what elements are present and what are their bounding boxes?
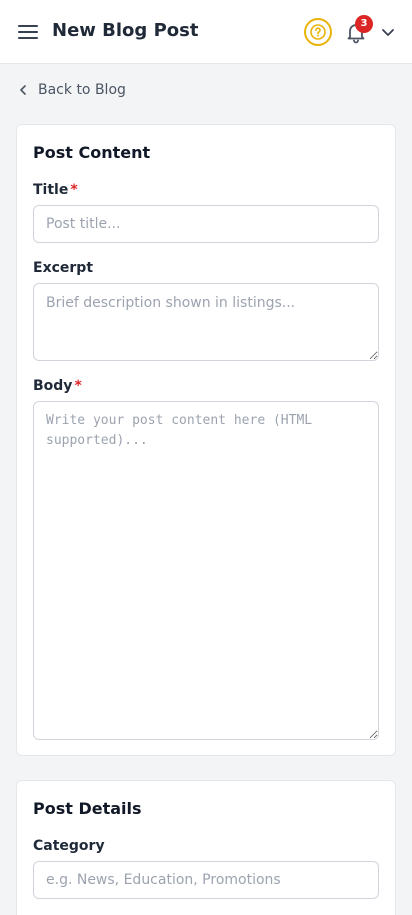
post-details-heading: Post Details xyxy=(33,799,142,818)
body-textarea[interactable] xyxy=(33,401,379,740)
excerpt-textarea[interactable] xyxy=(33,283,379,361)
category-input[interactable] xyxy=(33,861,379,899)
question-circle-icon[interactable] xyxy=(304,18,332,46)
excerpt-label: Excerpt xyxy=(33,260,94,276)
title-label: Title * xyxy=(33,182,78,198)
title-label-text: Title xyxy=(33,182,69,198)
body-label-text: Body xyxy=(33,378,73,394)
body-required-marker: * xyxy=(74,378,82,394)
page-title: New Blog Post xyxy=(52,20,199,41)
post-content-card: Post Content Title* Excerpt Body* xyxy=(16,124,396,756)
category-label: Category xyxy=(33,838,105,854)
notification-count-badge: 3 xyxy=(355,15,373,33)
top-bar: New Blog Post 3 xyxy=(0,0,412,64)
post-details-card: Post Details Category xyxy=(16,780,396,915)
title-input[interactable] xyxy=(33,205,379,243)
hamburger-menu-icon[interactable] xyxy=(18,22,38,42)
post-content-heading: Post Content xyxy=(33,143,151,162)
back-link-label: Back to Blog xyxy=(38,82,126,98)
back-to-blog-link[interactable]: Back to Blog xyxy=(18,80,126,100)
chevron-down-icon[interactable] xyxy=(380,24,396,40)
title-required-marker: * xyxy=(70,182,78,198)
body-label: Body * xyxy=(33,378,82,394)
chevron-left-icon xyxy=(20,85,26,95)
